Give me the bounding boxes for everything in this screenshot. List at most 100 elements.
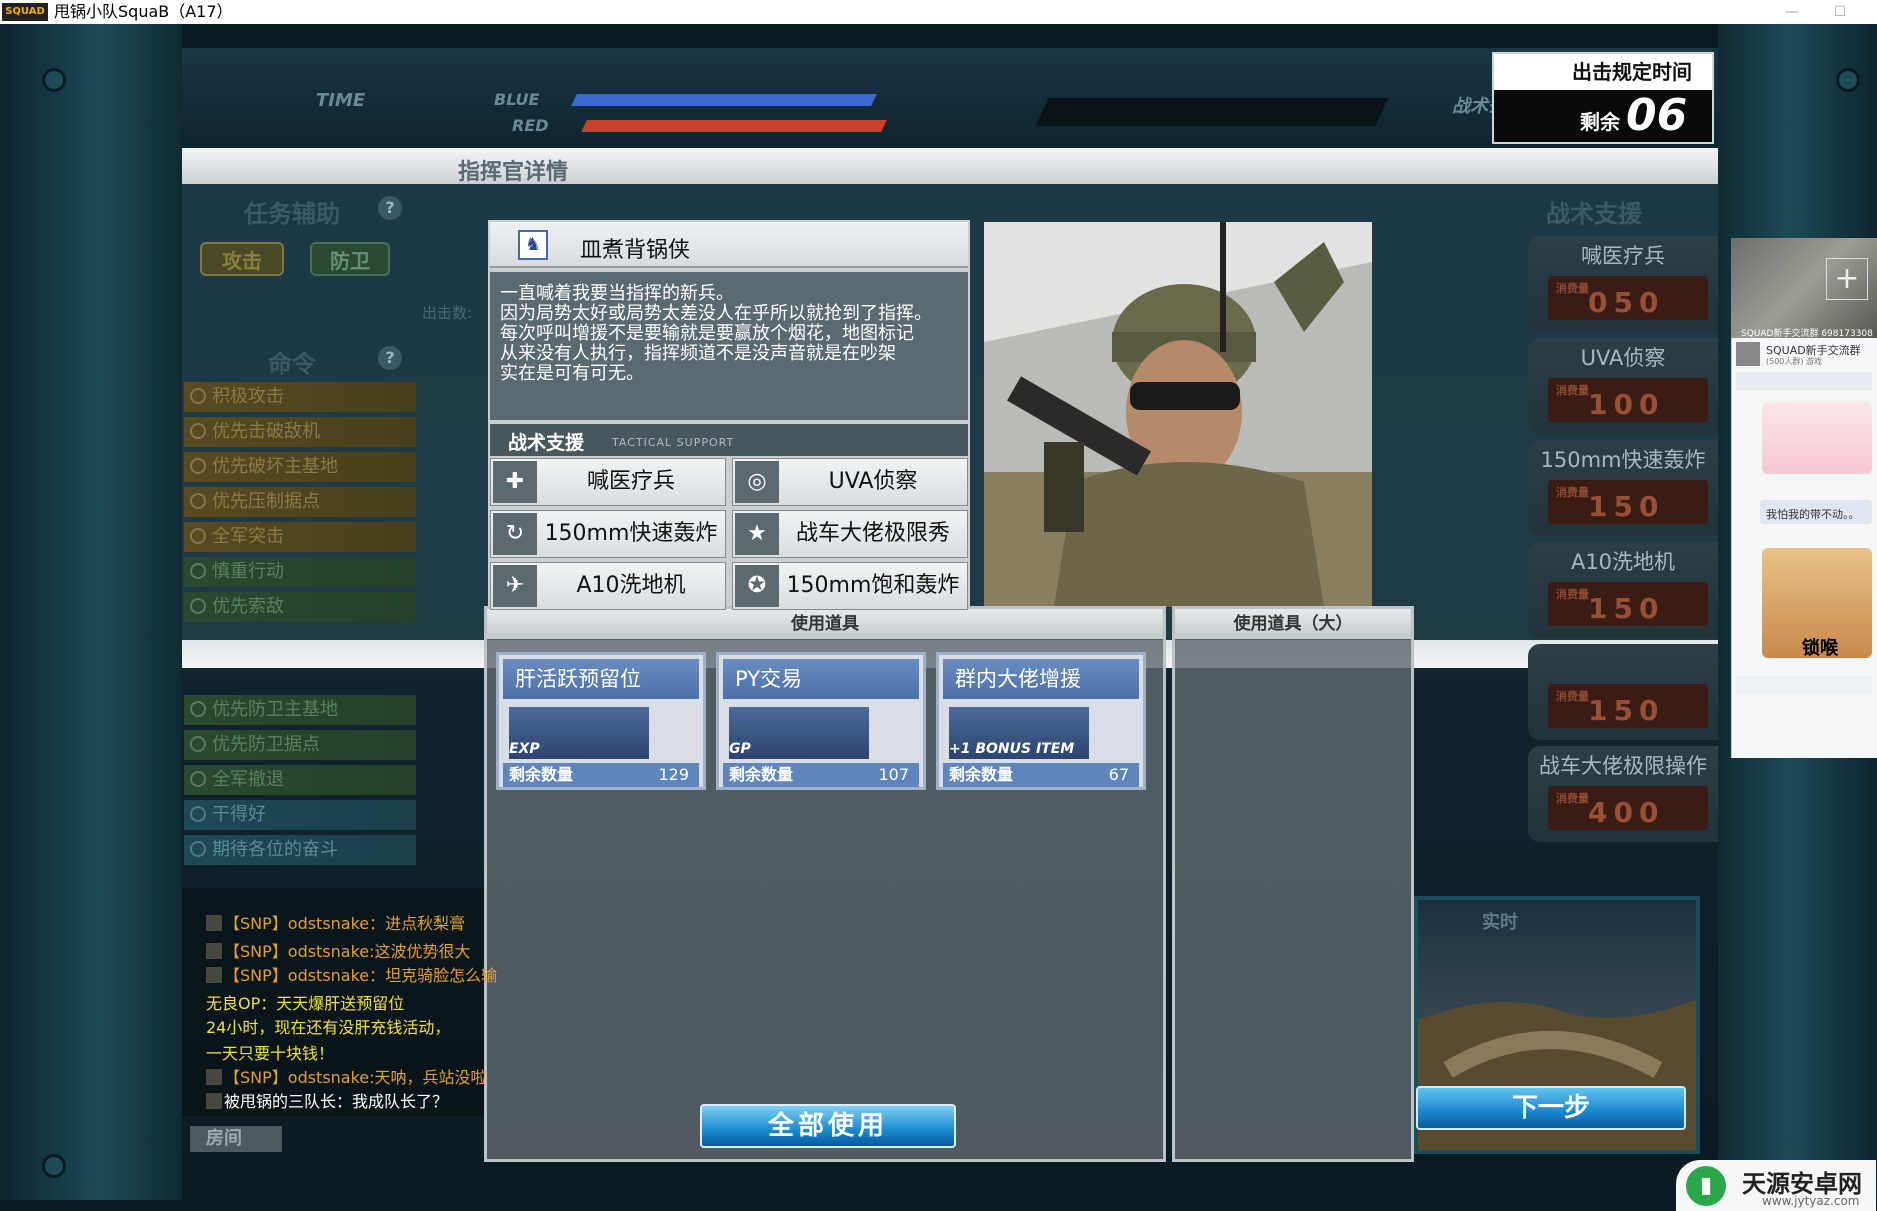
cost-label: 消费量: [1556, 690, 1589, 703]
room-tab[interactable]: 房间: [190, 1126, 282, 1152]
support-button[interactable]: ✚ 喊医疗兵: [490, 458, 726, 506]
qq-group-id: SQUAD新手交流群 698173308: [1741, 329, 1873, 339]
command-bullet-icon: [190, 388, 206, 404]
command-item[interactable]: 全军突击: [184, 522, 416, 552]
command-item[interactable]: 优先索敌: [184, 592, 416, 622]
support-button-label: 150mm饱和轰炸: [786, 573, 960, 598]
support-cost-box: 消费量 400: [1548, 786, 1708, 830]
barrage-icon: ✪: [735, 565, 779, 607]
support-button[interactable]: ↻ 150mm快速轰炸: [490, 510, 726, 558]
cost-label: 消费量: [1556, 384, 1589, 397]
item-footer: 剩余数量 67: [943, 763, 1139, 787]
bolt-icon: [42, 68, 66, 92]
chat-text: 24小时，现在还有没肝充钱活动，: [206, 1018, 451, 1037]
command-item[interactable]: 积极攻击: [184, 382, 416, 412]
command-item[interactable]: 期待各位的奋斗: [184, 835, 416, 865]
cost-value: 400: [1588, 796, 1665, 829]
chat-message: 被甩锅的三队长：我成队长了？: [206, 1088, 448, 1112]
tactical-support-item[interactable]: 战车大佬极限操作消费量 400: [1528, 746, 1718, 842]
command-bullet-icon: [190, 493, 206, 509]
attack-button[interactable]: 攻击: [200, 242, 284, 276]
support-name: UVA侦察: [1580, 346, 1666, 370]
command-label: 全军撤退: [212, 769, 284, 790]
left-frame-decoration: [0, 24, 182, 1200]
help-icon[interactable]: ?: [378, 346, 402, 370]
tactical-support-item[interactable]: A10洗地机 消费量 150: [1528, 542, 1718, 638]
defense-button[interactable]: 防卫: [310, 242, 390, 276]
commander-header: ♞ 皿煮背锅侠: [490, 222, 968, 268]
item-tag: +1 BONUS ITEM: [949, 741, 1075, 757]
description-line: 实在是可有可无。: [500, 363, 644, 384]
qq-message-bubble: 我怕我的带不动。。: [1760, 500, 1872, 524]
support-name: 战车大佬极限操作: [1539, 754, 1707, 778]
remain-count-value: 107: [878, 765, 909, 784]
qq-group-members: (500人群) 游戏: [1766, 357, 1823, 366]
command-label: 积极攻击: [212, 386, 284, 407]
minimize-button[interactable]: —: [1777, 0, 1807, 24]
minimap-label: 实时: [1482, 912, 1518, 933]
command-label: 慎重行动: [212, 561, 284, 582]
chat-text: 【SNP】odstsnake:天呐，兵站没啦: [224, 1068, 487, 1087]
help-icon[interactable]: ?: [378, 196, 402, 220]
chat-message: 【SNP】odstsnake:这波优势很大: [206, 938, 471, 962]
top-hud: TIME BLUE RED 战术条: [182, 48, 1718, 148]
chat-message: 【SNP】odstsnake：坦克骑脸怎么输: [206, 962, 497, 986]
medic-icon: ✚: [493, 461, 537, 503]
commander-name: 皿煮背锅侠: [580, 238, 691, 263]
command-item[interactable]: 干得好: [184, 800, 416, 830]
command-item[interactable]: 全军撤退: [184, 765, 416, 795]
maximize-button[interactable]: ☐: [1825, 0, 1855, 24]
command-label: 优先防卫主基地: [212, 699, 338, 720]
chat-text: 【SNP】odstsnake：进点秋梨膏: [224, 914, 466, 933]
watermark: ▮ 天源安卓网 www.jytyaz.com: [1676, 1160, 1876, 1211]
item-card[interactable]: 群内大佬增援 +1 BONUS ITEM 剩余数量 67: [936, 652, 1146, 790]
tactical-support-item[interactable]: 消费量 150: [1528, 644, 1718, 740]
remain-label: 剩余: [1580, 110, 1620, 134]
item-card[interactable]: 肝活跃预留位 EXP 剩余数量 129: [496, 652, 706, 790]
deadline-label: 出击规定时间: [1494, 54, 1712, 90]
group-avatar: [1736, 342, 1760, 366]
command-label: 全军突击: [212, 526, 284, 547]
watermark-logo-icon: ▮: [1686, 1166, 1726, 1206]
chat-badge-icon: [206, 915, 222, 931]
cost-value: 150: [1588, 592, 1665, 625]
red-label: RED: [512, 116, 549, 135]
description-line: 一直喊着我要当指挥的新兵。: [500, 283, 734, 304]
add-icon[interactable]: +: [1826, 258, 1868, 300]
item-card[interactable]: PY交易 GP 剩余数量 107: [716, 652, 926, 790]
item-name: PY交易: [723, 659, 919, 699]
chat-badge-icon: [206, 1069, 222, 1085]
command-bullet-icon: [190, 423, 206, 439]
command-item[interactable]: 优先击破敌机: [184, 417, 416, 447]
command-label: 优先压制据点: [212, 491, 320, 512]
large-items-panel: [1172, 606, 1414, 1162]
command-bullet-icon: [190, 806, 206, 822]
tactical-support-title: 战术支援: [1546, 200, 1642, 228]
qq-toolbar[interactable]: [1736, 372, 1872, 390]
dog-sticker-image: 锁喉: [1762, 548, 1872, 659]
command-item[interactable]: 优先压制据点: [184, 487, 416, 517]
dialog-title: 指挥官详情: [458, 160, 569, 185]
cost-label: 消费量: [1556, 282, 1589, 295]
next-step-button[interactable]: 下一步: [1416, 1086, 1686, 1130]
support-subtitle: TACTICAL SUPPORT: [612, 436, 735, 449]
dialog-header-band: [182, 148, 1718, 184]
command-bullet-icon: [190, 771, 206, 787]
support-button[interactable]: ✈ A10洗地机: [490, 562, 726, 610]
use-all-button[interactable]: 全部使用: [700, 1104, 956, 1148]
description-line: 每次呼叫增援不是要输就是要赢放个烟花，地图标记: [500, 323, 914, 344]
support-button[interactable]: ✪ 150mm饱和轰炸: [732, 562, 968, 610]
support-button[interactable]: ◎ UVA侦察: [732, 458, 968, 506]
support-name: A10洗地机: [1570, 550, 1676, 574]
tactical-support-item[interactable]: UVA侦察 消费量 100: [1528, 338, 1718, 434]
command-item[interactable]: 优先破坏主基地: [184, 452, 416, 482]
support-button[interactable]: ★ 战车大佬极限秀: [732, 510, 968, 558]
blue-label: BLUE: [494, 90, 540, 109]
tactical-support-item[interactable]: 喊医疗兵 消费量 050: [1528, 236, 1718, 332]
command-item[interactable]: 慎重行动: [184, 557, 416, 587]
support-name: 150mm快速轰炸: [1540, 448, 1706, 472]
qq-input-toolbar[interactable]: [1736, 676, 1872, 694]
tactical-support-item[interactable]: 150mm快速轰炸 消费量 150: [1528, 440, 1718, 536]
command-item[interactable]: 优先防卫主基地: [184, 695, 416, 725]
command-item[interactable]: 优先防卫据点: [184, 730, 416, 760]
